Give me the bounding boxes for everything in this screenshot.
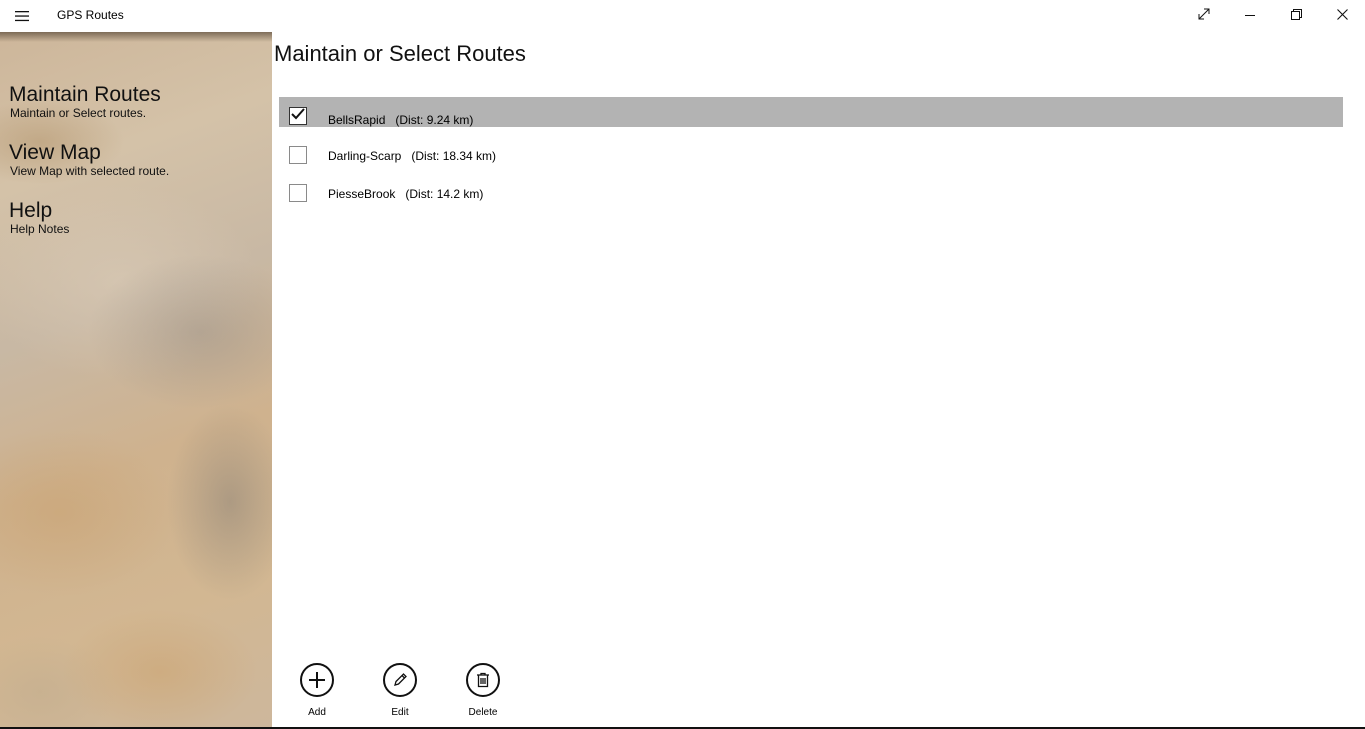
delete-label: Delete: [468, 707, 498, 718]
route-checkbox[interactable]: [289, 146, 307, 164]
app-title: GPS Routes: [57, 8, 124, 22]
edit-button[interactable]: Edit: [370, 663, 430, 718]
close-icon: [1336, 7, 1348, 25]
page-title: Maintain or Select Routes: [274, 41, 526, 66]
nav-item-subtitle: Help Notes: [10, 222, 70, 236]
restore-button[interactable]: [1273, 0, 1319, 32]
route-label: Darling-Scarp (Dist: 18.34 km): [328, 149, 497, 163]
trash-icon: [466, 663, 500, 697]
nav-item-subtitle: Maintain or Select routes.: [10, 106, 147, 120]
route-checkbox[interactable]: [289, 184, 307, 202]
checkmark-icon: [291, 107, 305, 125]
route-label: BellsRapid (Dist: 9.24 km): [328, 113, 474, 127]
route-row-piessebrook[interactable]: PiesseBrook (Dist: 14.2 km): [279, 173, 1343, 211]
nav-item-subtitle: View Map with selected route.: [10, 164, 170, 178]
nav-item-title: Maintain Routes: [9, 83, 161, 106]
fullscreen-button[interactable]: [1181, 0, 1227, 32]
route-list: BellsRapid (Dist: 9.24 km) Darling-Scarp…: [279, 97, 1343, 211]
route-row-darling-scarp[interactable]: Darling-Scarp (Dist: 18.34 km): [279, 135, 1343, 173]
nav-item-title: View Map: [9, 141, 101, 164]
nav-item-maintain-routes[interactable]: Maintain Routes Maintain or Select route…: [9, 83, 264, 121]
add-icon: [300, 663, 334, 697]
nav-item-help[interactable]: Help Help Notes: [9, 199, 264, 237]
close-button[interactable]: [1319, 0, 1365, 32]
minimize-button[interactable]: [1227, 0, 1273, 32]
delete-button[interactable]: Delete: [453, 663, 513, 718]
navigation-pane: Maintain Routes Maintain or Select route…: [0, 32, 272, 729]
edit-label: Edit: [391, 707, 409, 718]
add-label: Add: [308, 707, 326, 718]
route-row-bellsrapid[interactable]: BellsRapid (Dist: 9.24 km): [279, 97, 1343, 127]
add-button[interactable]: Add: [287, 663, 347, 718]
title-bar: GPS Routes: [0, 0, 1365, 32]
expand-diagonal-icon: [1198, 7, 1210, 25]
minimize-icon: [1245, 7, 1255, 25]
texture-shadow: [0, 32, 272, 42]
pencil-icon: [383, 663, 417, 697]
restore-icon: [1290, 7, 1302, 25]
route-label: PiesseBrook (Dist: 14.2 km): [328, 187, 484, 201]
nav-item-title: Help: [9, 199, 53, 222]
route-checkbox[interactable]: [289, 107, 307, 125]
hamburger-menu-icon[interactable]: [8, 4, 36, 28]
nav-item-view-map[interactable]: View Map View Map with selected route.: [9, 141, 264, 179]
